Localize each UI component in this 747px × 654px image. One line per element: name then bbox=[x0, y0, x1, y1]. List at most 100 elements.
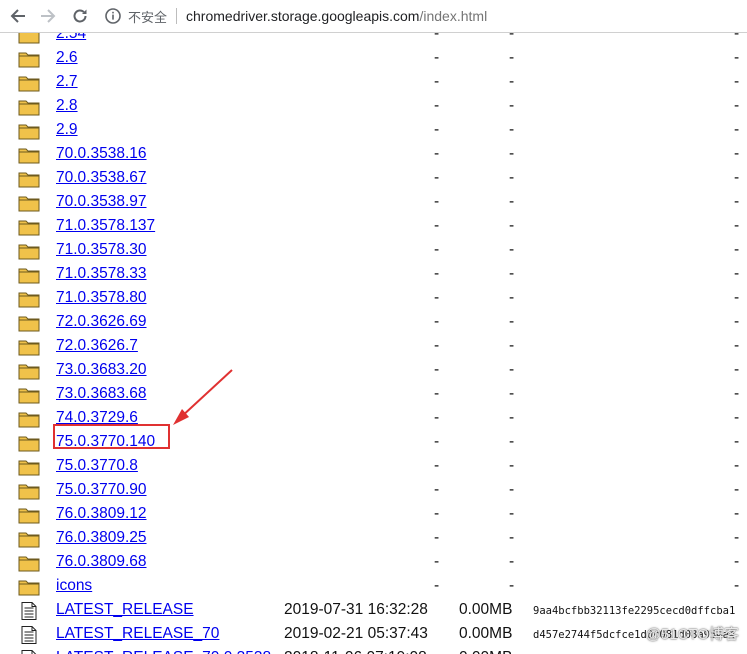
entry-link[interactable]: 75.0.3770.90 bbox=[56, 481, 147, 499]
file-size: 0.00MB bbox=[459, 601, 513, 618]
entry-link[interactable]: 76.0.3809.25 bbox=[56, 529, 147, 547]
entry-link[interactable]: LATEST_RELEASE_70.0.3538 bbox=[56, 649, 271, 654]
size-empty: - bbox=[509, 145, 515, 162]
etag-empty: - bbox=[734, 457, 740, 474]
entry-link[interactable]: 2.7 bbox=[56, 73, 78, 91]
forward-button[interactable] bbox=[36, 4, 60, 28]
highlight-box bbox=[53, 424, 170, 449]
modified-empty: - bbox=[434, 241, 440, 258]
entry-link[interactable]: 71.0.3578.30 bbox=[56, 241, 147, 259]
entry-link[interactable]: 75.0.3770.8 bbox=[56, 457, 138, 475]
info-icon[interactable] bbox=[104, 7, 122, 25]
modified-empty: - bbox=[434, 73, 440, 90]
modified-empty: - bbox=[434, 457, 440, 474]
address-divider bbox=[176, 8, 178, 24]
modified-date: 2019-07-31 16:32:28 bbox=[284, 601, 428, 618]
file-icon bbox=[21, 626, 37, 644]
folder-icon bbox=[18, 52, 40, 68]
modified-empty: - bbox=[434, 529, 440, 546]
entry-link[interactable]: LATEST_RELEASE bbox=[56, 601, 194, 619]
folder-icon bbox=[18, 220, 40, 236]
listing-row: 71.0.3578.30 - - - bbox=[0, 238, 747, 262]
entry-link[interactable]: 76.0.3809.68 bbox=[56, 553, 147, 571]
entry-link[interactable]: 73.0.3683.20 bbox=[56, 361, 147, 379]
reload-icon bbox=[73, 9, 87, 23]
entry-link[interactable]: 71.0.3578.80 bbox=[56, 289, 147, 307]
size-empty: - bbox=[509, 193, 515, 210]
modified-empty: - bbox=[434, 385, 440, 402]
modified-empty: - bbox=[434, 145, 440, 162]
size-empty: - bbox=[509, 409, 515, 426]
etag-empty: - bbox=[734, 241, 740, 258]
size-empty: - bbox=[509, 385, 515, 402]
etag-empty: - bbox=[734, 553, 740, 570]
etag-empty: - bbox=[734, 97, 740, 114]
listing-row: LATEST_RELEASE_70 2019-02-21 05:37:43 0.00… bbox=[0, 622, 747, 646]
etag-empty: - bbox=[734, 289, 740, 306]
entry-link[interactable]: 72.0.3626.69 bbox=[56, 313, 147, 331]
entry-link[interactable]: 2.54 bbox=[56, 33, 86, 43]
size-empty: - bbox=[509, 73, 515, 90]
size-empty: - bbox=[509, 361, 515, 378]
listing-row: 73.0.3683.20 - - - bbox=[0, 358, 747, 382]
file-icon bbox=[21, 602, 37, 620]
modified-empty: - bbox=[434, 433, 440, 450]
security-status: 不安全 bbox=[128, 9, 168, 25]
modified-empty: - bbox=[434, 481, 440, 498]
address-bar[interactable]: 不安全 chromedriver.storage.googleapis.com /… bbox=[104, 5, 741, 27]
folder-icon bbox=[18, 460, 40, 476]
etag-empty: - bbox=[734, 73, 740, 90]
etag-empty: - bbox=[734, 49, 740, 66]
file-icon bbox=[21, 650, 37, 654]
reload-button[interactable] bbox=[68, 4, 92, 28]
entry-link[interactable]: 71.0.3578.33 bbox=[56, 265, 147, 283]
entry-link[interactable]: 2.6 bbox=[56, 49, 78, 67]
folder-icon bbox=[18, 268, 40, 284]
size-empty: - bbox=[509, 33, 515, 42]
size-empty: - bbox=[509, 49, 515, 66]
size-empty: - bbox=[509, 289, 515, 306]
entry-link[interactable]: 2.8 bbox=[56, 97, 78, 115]
entry-link[interactable]: 70.0.3538.67 bbox=[56, 169, 147, 187]
folder-icon bbox=[18, 100, 40, 116]
modified-empty: - bbox=[434, 505, 440, 522]
listing-row: 76.0.3809.68 - - - bbox=[0, 550, 747, 574]
entry-link[interactable]: 73.0.3683.68 bbox=[56, 385, 147, 403]
entry-link[interactable]: 76.0.3809.12 bbox=[56, 505, 147, 523]
size-empty: - bbox=[509, 553, 515, 570]
entry-link[interactable]: 72.0.3626.7 bbox=[56, 337, 138, 355]
folder-icon bbox=[18, 484, 40, 500]
size-empty: - bbox=[509, 337, 515, 354]
listing-row: 72.0.3626.69 - - - bbox=[0, 310, 747, 334]
file-size: 0.00MB bbox=[459, 625, 513, 642]
entry-link[interactable]: icons bbox=[56, 577, 92, 595]
entry-link[interactable]: 70.0.3538.97 bbox=[56, 193, 147, 211]
browser-toolbar: 不安全 chromedriver.storage.googleapis.com /… bbox=[0, 0, 747, 33]
entry-link[interactable]: LATEST_RELEASE_70 bbox=[56, 625, 219, 643]
entry-link[interactable]: 70.0.3538.16 bbox=[56, 145, 147, 163]
etag-empty: - bbox=[734, 529, 740, 546]
modified-empty: - bbox=[434, 289, 440, 306]
modified-empty: - bbox=[434, 409, 440, 426]
folder-icon bbox=[18, 244, 40, 260]
modified-empty: - bbox=[434, 361, 440, 378]
size-empty: - bbox=[509, 433, 515, 450]
back-button[interactable] bbox=[6, 4, 30, 28]
etag-empty: - bbox=[734, 265, 740, 282]
entry-link[interactable]: 71.0.3578.137 bbox=[56, 217, 155, 235]
folder-icon bbox=[18, 148, 40, 164]
size-empty: - bbox=[509, 457, 515, 474]
folder-icon bbox=[18, 364, 40, 380]
listing-row: 2.8 - - - bbox=[0, 94, 747, 118]
folder-icon bbox=[18, 196, 40, 212]
entry-link[interactable]: 2.9 bbox=[56, 121, 78, 139]
etag-empty: - bbox=[734, 409, 740, 426]
listing-row: 2.9 - - - bbox=[0, 118, 747, 142]
size-empty: - bbox=[509, 97, 515, 114]
size-empty: - bbox=[509, 529, 515, 546]
listing-row: icons - - - bbox=[0, 574, 747, 598]
listing-rows: 2.54- - -2.6- - -2.7- - -2.8- - -2.9- - -70.0.3538… bbox=[0, 33, 747, 654]
url-path: /index.html bbox=[419, 8, 488, 24]
etag-empty: - bbox=[734, 337, 740, 354]
folder-icon bbox=[18, 172, 40, 188]
